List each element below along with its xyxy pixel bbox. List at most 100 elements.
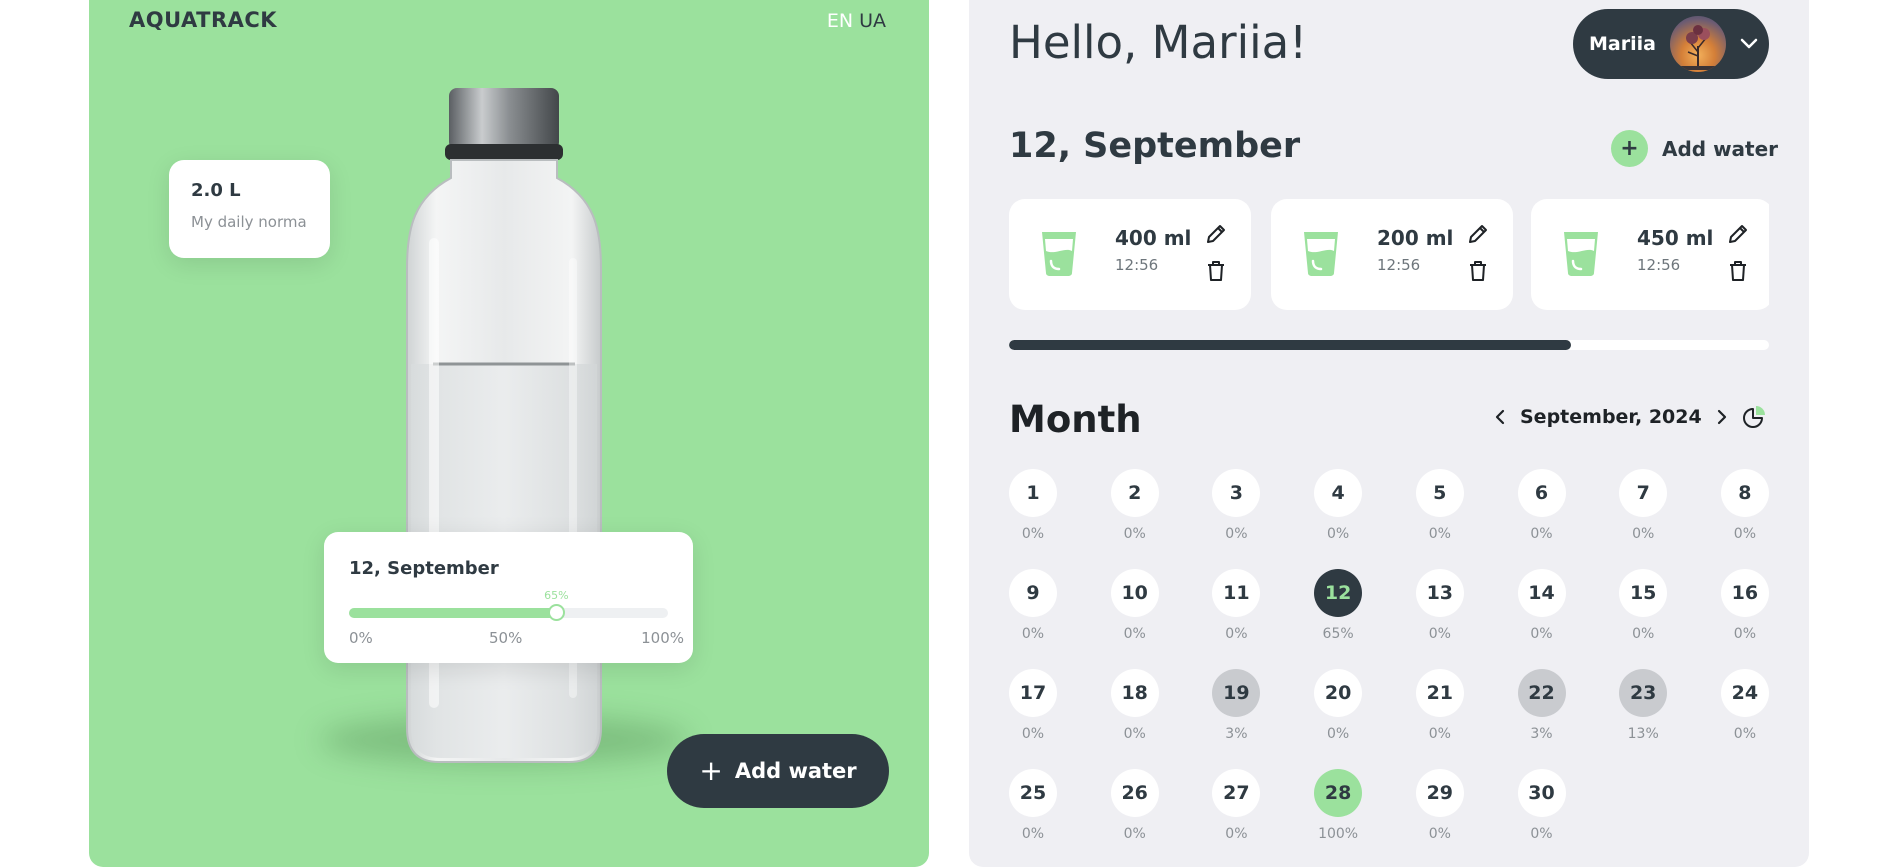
calendar-day[interactable]: 1 0% bbox=[1009, 469, 1057, 542]
plus-icon: + bbox=[1611, 130, 1648, 167]
calendar-day[interactable]: 28 100% bbox=[1314, 769, 1363, 842]
add-water-link[interactable]: + Add water bbox=[1611, 130, 1778, 167]
calendar-day-number: 15 bbox=[1619, 569, 1668, 617]
chevron-down-icon bbox=[1740, 38, 1758, 49]
calendar-day-number: 17 bbox=[1009, 669, 1057, 717]
daily-norma-card: 2.0 L My daily norma bbox=[169, 160, 330, 258]
calendar-day-number: 29 bbox=[1415, 769, 1464, 817]
calendar-day[interactable]: 8 0% bbox=[1720, 469, 1769, 542]
calendar-day[interactable]: 22 3% bbox=[1517, 669, 1566, 742]
lang-en[interactable]: EN bbox=[827, 10, 853, 32]
chevron-left-icon[interactable] bbox=[1494, 409, 1506, 425]
calendar-day[interactable]: 13 0% bbox=[1415, 569, 1464, 642]
edit-icon[interactable] bbox=[1205, 223, 1227, 245]
calendar-day-number: 5 bbox=[1415, 469, 1464, 517]
month-navigation: September, 2024 bbox=[1494, 405, 1766, 429]
add-water-link-label: Add water bbox=[1662, 136, 1779, 161]
entries-scrollbar[interactable] bbox=[1009, 340, 1769, 350]
edit-icon[interactable] bbox=[1467, 223, 1489, 245]
calendar-day[interactable]: 21 0% bbox=[1415, 669, 1464, 742]
calendar-day-percent: 0% bbox=[1733, 726, 1756, 742]
greeting: Hello, Mariia! bbox=[1009, 16, 1308, 69]
hero-panel: AQUATRACK EN UA 2.0 L My daily norma 12,… bbox=[89, 0, 929, 867]
glass-icon bbox=[1564, 232, 1598, 276]
calendar-day[interactable]: 11 0% bbox=[1212, 569, 1261, 642]
trash-icon[interactable] bbox=[1469, 261, 1487, 281]
calendar-day-number: 4 bbox=[1314, 469, 1363, 517]
calendar-day[interactable]: 25 0% bbox=[1009, 769, 1057, 842]
calendar-day[interactable]: 17 0% bbox=[1009, 669, 1057, 742]
edit-icon[interactable] bbox=[1727, 223, 1749, 245]
calendar-day[interactable]: 16 0% bbox=[1720, 569, 1769, 642]
entries-scrollbar-thumb[interactable] bbox=[1009, 340, 1572, 350]
water-entry: 200 ml 12:56 bbox=[1271, 199, 1513, 310]
calendar-day[interactable]: 12 65% bbox=[1314, 569, 1363, 642]
water-bottle-image bbox=[406, 88, 602, 763]
calendar-day[interactable]: 18 0% bbox=[1110, 669, 1159, 742]
add-water-button[interactable]: + Add water bbox=[667, 734, 889, 808]
today-progress-title: 12, September bbox=[349, 558, 499, 579]
calendar-day-percent: 0% bbox=[1123, 526, 1146, 542]
calendar-day-percent: 0% bbox=[1021, 526, 1045, 542]
calendar-day[interactable]: 20 0% bbox=[1314, 669, 1363, 742]
calendar-day-percent: 0% bbox=[1021, 726, 1045, 742]
calendar-day-number: 8 bbox=[1720, 469, 1769, 517]
calendar-day-number: 27 bbox=[1212, 769, 1261, 817]
calendar-day-number: 1 bbox=[1009, 469, 1057, 517]
calendar-day-percent: 0% bbox=[1632, 626, 1655, 642]
month-title: Month bbox=[1009, 398, 1142, 441]
calendar-day-number: 9 bbox=[1009, 569, 1057, 617]
calendar-day[interactable]: 30 0% bbox=[1517, 769, 1566, 842]
calendar-day-percent: 0% bbox=[1225, 826, 1248, 842]
calendar-day-number: 7 bbox=[1619, 469, 1668, 517]
lang-ua[interactable]: UA bbox=[859, 10, 886, 32]
chevron-right-icon[interactable] bbox=[1716, 409, 1728, 425]
calendar-day-percent: 0% bbox=[1326, 526, 1350, 542]
glass-icon bbox=[1042, 232, 1076, 276]
calendar-day[interactable]: 27 0% bbox=[1212, 769, 1261, 842]
app-logo[interactable]: AQUATRACK bbox=[129, 8, 277, 32]
calendar-day[interactable]: 7 0% bbox=[1619, 469, 1668, 542]
calendar-day[interactable]: 15 0% bbox=[1619, 569, 1668, 642]
selected-date-title: 12, September bbox=[1009, 126, 1301, 166]
calendar-day[interactable]: 26 0% bbox=[1110, 769, 1159, 842]
calendar-day-percent: 3% bbox=[1225, 726, 1248, 742]
calendar-day-number: 11 bbox=[1212, 569, 1261, 617]
calendar-day-number: 14 bbox=[1517, 569, 1566, 617]
today-progress-thumb[interactable] bbox=[548, 604, 566, 621]
calendar-day-percent: 0% bbox=[1733, 626, 1756, 642]
calendar-day[interactable]: 2 0% bbox=[1110, 469, 1159, 542]
calendar-day[interactable]: 29 0% bbox=[1415, 769, 1464, 842]
calendar-day[interactable]: 10 0% bbox=[1110, 569, 1159, 642]
calendar-day-number: 18 bbox=[1110, 669, 1159, 717]
water-entry: 400 ml 12:56 bbox=[1009, 199, 1251, 310]
calendar-day-number: 30 bbox=[1517, 769, 1566, 817]
avatar bbox=[1669, 16, 1726, 72]
avatar-tree-icon bbox=[1679, 25, 1716, 70]
calendar-day[interactable]: 6 0% bbox=[1517, 469, 1566, 542]
calendar-day[interactable]: 19 3% bbox=[1212, 669, 1261, 742]
calendar-day[interactable]: 4 0% bbox=[1314, 469, 1363, 542]
tick-50: 50% bbox=[489, 629, 523, 647]
calendar-day-percent: 0% bbox=[1530, 526, 1553, 542]
user-menu-button[interactable]: Mariia bbox=[1573, 9, 1769, 79]
calendar-day-percent: 0% bbox=[1021, 826, 1045, 842]
calendar-day-number: 10 bbox=[1110, 569, 1159, 617]
calendar-day-number: 24 bbox=[1720, 669, 1769, 717]
calendar-day[interactable]: 5 0% bbox=[1415, 469, 1464, 542]
trash-icon[interactable] bbox=[1207, 261, 1225, 281]
calendar-day[interactable]: 23 13% bbox=[1619, 669, 1668, 742]
calendar-day[interactable]: 3 0% bbox=[1212, 469, 1261, 542]
calendar-day[interactable]: 24 0% bbox=[1720, 669, 1769, 742]
calendar-day-percent: 0% bbox=[1225, 626, 1248, 642]
calendar-day-percent: 0% bbox=[1428, 726, 1451, 742]
calendar-day-number: 13 bbox=[1415, 569, 1464, 617]
trash-icon[interactable] bbox=[1729, 261, 1747, 281]
pie-chart-icon[interactable] bbox=[1742, 405, 1766, 429]
calendar-day[interactable]: 9 0% bbox=[1009, 569, 1057, 642]
calendar-day-percent: 100% bbox=[1318, 826, 1359, 842]
today-progress-card: 12, September 65% 0% 50% 100% bbox=[324, 532, 693, 663]
calendar-day[interactable]: 14 0% bbox=[1517, 569, 1566, 642]
calendar-day-percent: 0% bbox=[1530, 626, 1553, 642]
calendar-day-number: 6 bbox=[1517, 469, 1566, 517]
